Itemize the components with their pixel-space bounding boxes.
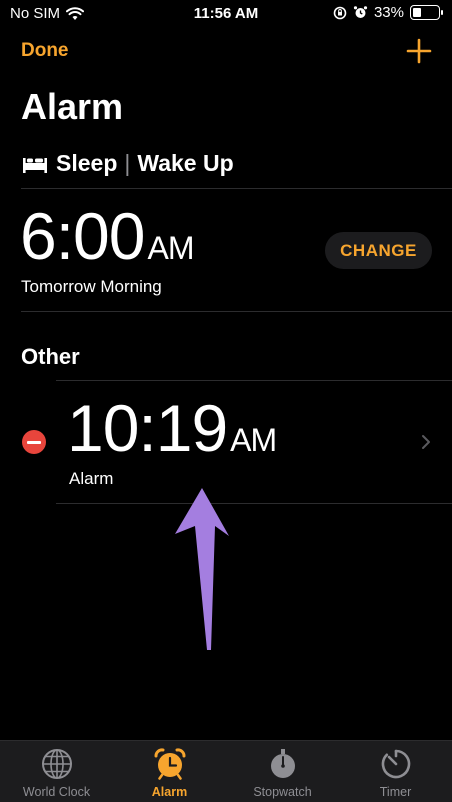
status-bar: No SIM 11:56 AM 33% xyxy=(0,0,452,28)
sleep-separator: | xyxy=(124,150,131,176)
tab-label: Timer xyxy=(379,785,412,799)
bed-icon xyxy=(23,157,47,173)
sleep-alarm-subtitle: Tomorrow Morning xyxy=(21,277,162,296)
section-title-other: Other xyxy=(21,344,80,369)
sleep-time-ampm: AM xyxy=(147,230,194,266)
divider xyxy=(21,188,452,189)
sleep-time-digits: 6:00 xyxy=(20,199,145,273)
battery-fill xyxy=(413,8,421,17)
battery-icon xyxy=(410,5,443,20)
add-alarm-button[interactable] xyxy=(406,38,432,64)
alarm-time-digits: 10:19 xyxy=(67,391,228,465)
divider xyxy=(56,503,452,504)
done-button[interactable]: Done xyxy=(21,40,69,62)
sleep-alarm-time[interactable]: 6:00AM xyxy=(20,198,194,274)
timer-icon xyxy=(381,749,410,779)
tab-label: Alarm xyxy=(151,785,188,799)
alarm-clock-icon xyxy=(153,748,186,780)
divider xyxy=(56,380,452,381)
page-title: Alarm xyxy=(21,86,124,127)
alarm-time-ampm: AM xyxy=(230,422,277,458)
wake-up-label: Wake Up xyxy=(137,150,234,176)
tab-world-clock[interactable]: World Clock xyxy=(0,741,113,802)
orientation-lock-icon xyxy=(333,6,347,19)
tab-stopwatch[interactable]: Stopwatch xyxy=(226,741,339,802)
annotation-arrow-icon xyxy=(175,488,229,650)
sleep-label: Sleep xyxy=(56,150,118,176)
change-button[interactable]: CHANGE xyxy=(325,232,432,269)
tab-label: World Clock xyxy=(22,785,91,799)
sleep-wake-header: Sleep | Wake Up xyxy=(22,150,234,177)
tab-alarm[interactable]: Alarm xyxy=(113,741,226,802)
delete-alarm-button[interactable] xyxy=(22,430,46,454)
divider xyxy=(21,311,452,312)
tab-timer[interactable]: Timer xyxy=(339,741,452,802)
alarm-status-icon xyxy=(353,6,368,18)
alarm-time[interactable]: 10:19AM xyxy=(67,390,277,466)
stopwatch-icon xyxy=(270,749,295,778)
globe-icon xyxy=(41,749,72,779)
battery-percent: 33% xyxy=(373,4,404,21)
alarm-label: Alarm xyxy=(69,469,114,488)
tab-label: Stopwatch xyxy=(253,785,312,799)
chevron-right-icon[interactable] xyxy=(420,432,432,452)
tab-bar: World Clock Alarm Stopwatch Timer xyxy=(0,740,452,802)
